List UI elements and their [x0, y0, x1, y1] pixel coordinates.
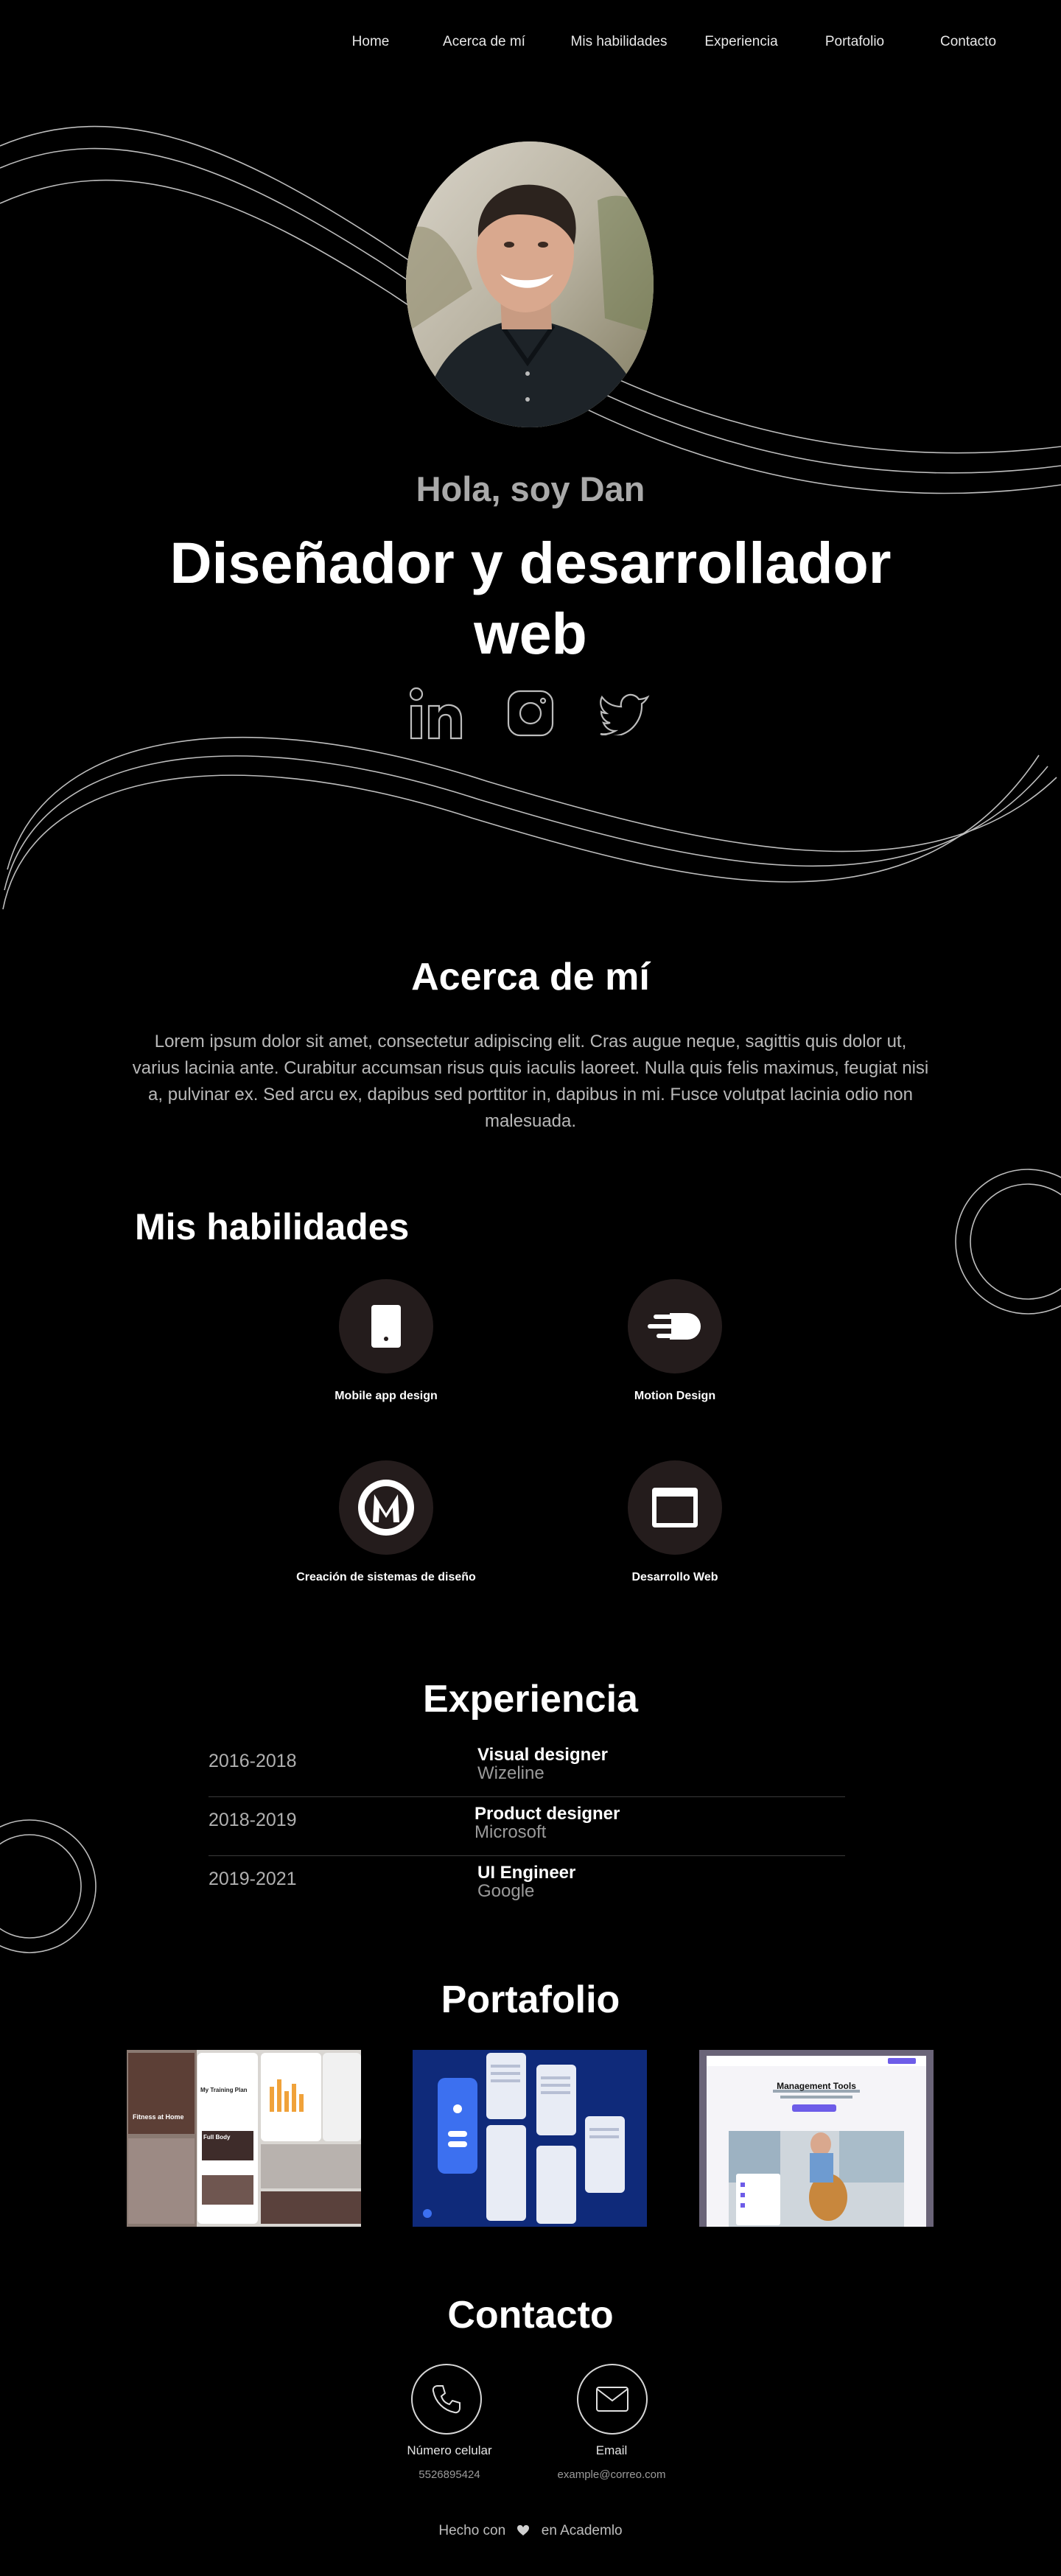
experience-role: Product designer [475, 1804, 620, 1824]
skill-label: Desarrollo Web [631, 1571, 718, 1583]
portfolio-preview [423, 2053, 625, 2224]
experience-company: Google [477, 1881, 535, 1901]
footer: Hecho con en Academlo [0, 2523, 1061, 2541]
skill-motion-design: Motion Design [528, 1279, 822, 1403]
nav-item-acerca[interactable]: Acerca de mí [443, 34, 525, 50]
skill-web-button[interactable] [628, 1460, 722, 1555]
nav-item-contacto[interactable]: Contacto [940, 34, 996, 50]
email-button[interactable] [577, 2364, 648, 2435]
browser-window-icon [652, 1488, 698, 1527]
portfolio-card-fitness[interactable]: Fitness at Home My Training Plan Full Bo… [127, 2050, 361, 2227]
nav-item-home[interactable]: Home [352, 34, 390, 50]
experience-row: 2018-2019 Product designer Microsoft [209, 1799, 845, 1858]
portfolio-caption: Fitness at Home [133, 2113, 184, 2121]
about-title: Acerca de mí [411, 956, 650, 998]
nav-item-experiencia[interactable]: Experiencia [704, 34, 777, 50]
envelope-icon [596, 2387, 628, 2412]
skill-label: Mobile app design [335, 1390, 438, 1402]
experience-years: 2019-2021 [209, 1869, 297, 1889]
motion-icon [648, 1313, 701, 1340]
portfolio-sub: My Training Plan [200, 2087, 248, 2093]
experience-title: Experiencia [423, 1678, 638, 1721]
experience-row: 2019-2021 UI Engineer Google [209, 1858, 845, 1917]
mobile-icon [371, 1305, 401, 1348]
hero-headline: Diseñador y desarrollador web [169, 530, 892, 666]
hero-greeting: Hola, soy Dan [416, 469, 645, 508]
footer-prefix: Hecho con [438, 2523, 506, 2538]
portfolio-preview [707, 2056, 926, 2227]
contact-title: Contacto [447, 2294, 614, 2337]
skill-web-development: Desarrollo Web [528, 1460, 822, 1584]
skill-label: Creación de sistemas de diseño [296, 1571, 476, 1583]
main-nav: Home Acerca de mí Mis habilidades Experi… [0, 0, 1061, 88]
phone-value: 5526895424 [419, 2468, 480, 2481]
phone-label: Número celular [407, 2443, 492, 2457]
about-text: Lorem ipsum dolor sit amet, consectetur … [132, 1032, 929, 1131]
instagram-icon[interactable] [501, 684, 560, 743]
linkedin-icon[interactable] [407, 684, 466, 743]
skill-design-systems: Creación de sistemas de diseño [239, 1460, 533, 1584]
email-label: Email [595, 2443, 628, 2457]
experience-role: Visual designer [477, 1745, 608, 1765]
heart-icon [517, 2524, 530, 2541]
skill-mobile-app-design: Mobile app design [239, 1279, 533, 1403]
phone-icon [432, 2385, 461, 2414]
portfolio-card-mobile[interactable] [413, 2050, 647, 2227]
skill-motion-button[interactable] [628, 1279, 722, 1373]
experience-company: Microsoft [475, 1822, 547, 1842]
experience-row: 2016-2018 Visual designer Wizeline [209, 1740, 845, 1799]
skill-design-system-button[interactable] [339, 1460, 433, 1555]
divider [209, 1855, 845, 1856]
nav-item-portafolio[interactable]: Portafolio [825, 34, 884, 50]
portfolio-title: Portafolio [441, 1978, 620, 2021]
avatar [406, 141, 654, 427]
experience-years: 2016-2018 [209, 1751, 297, 1771]
portfolio-caption: Management Tools [777, 2081, 856, 2091]
skill-mobile-button[interactable] [339, 1279, 433, 1373]
email-link[interactable]: example@correo.com [523, 2468, 700, 2481]
experience-company: Wizeline [477, 1763, 544, 1783]
skill-label: Motion Design [634, 1390, 716, 1402]
phone-button[interactable] [411, 2364, 482, 2435]
experience-years: 2018-2019 [209, 1810, 297, 1830]
nav-item-habilidades[interactable]: Mis habilidades [571, 34, 668, 50]
portfolio-card-management[interactable]: Management Tools [699, 2050, 934, 2227]
experience-role: UI Engineer [477, 1863, 576, 1883]
skills-title: Mis habilidades [135, 1206, 410, 1247]
divider [209, 1796, 845, 1797]
portfolio-extra: Full Body [203, 2134, 231, 2141]
design-system-icon [358, 1480, 414, 1536]
twitter-icon[interactable] [595, 684, 654, 743]
portfolio-preview [127, 2050, 361, 2227]
footer-suffix: en Academlo [541, 2523, 623, 2538]
